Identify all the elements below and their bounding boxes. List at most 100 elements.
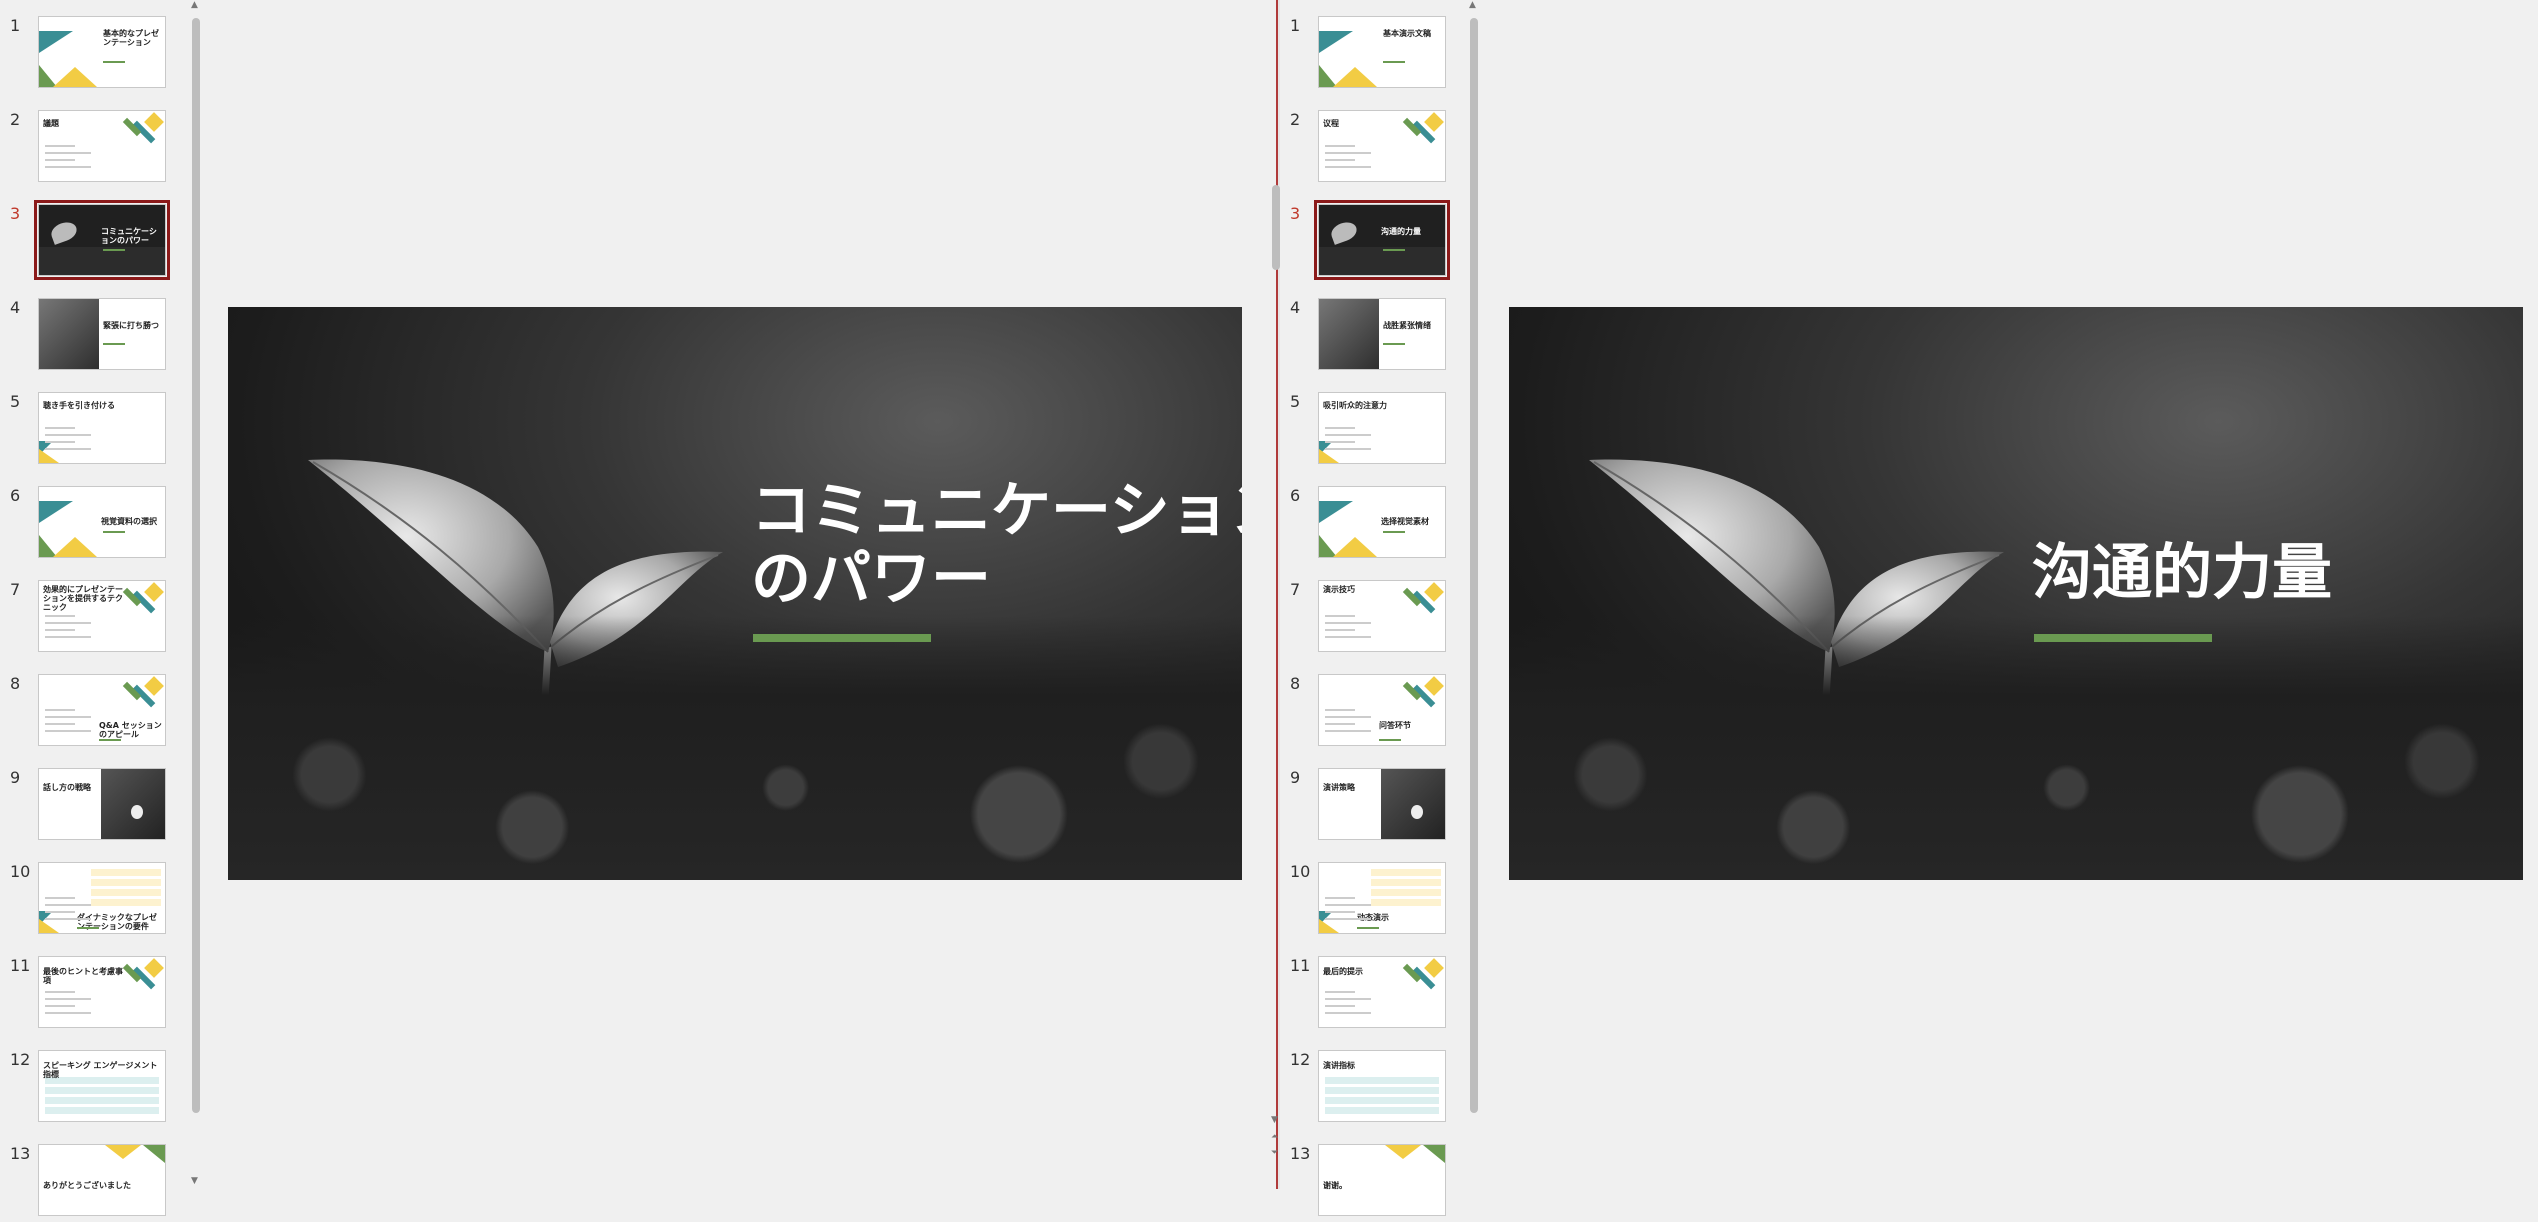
scroll-thumb[interactable] [192,18,200,1113]
thumbnail-decoration [1319,1145,1445,1215]
thumbnail-text-line [45,441,75,443]
thumbnail-row-3[interactable]: 3 コミュニケーションのパワー [0,200,190,282]
slide-thumbnail-3[interactable]: コミュニケーションのパワー [34,200,170,280]
thumbnail-text-line [1325,911,1355,913]
slide-thumbnail-10[interactable]: ダイナミックなプレゼンテーションの要件 [38,862,166,934]
thumbnail-row-2[interactable]: 2 議題 [0,108,190,188]
thumbnail-decoration [1319,299,1445,369]
slide-thumbnail-2[interactable]: 議題 [38,110,166,182]
thumbnail-title: 基本的なプレゼンテーション [103,29,159,47]
thumbnail-title: 议程 [1323,119,1339,128]
left-main-slide[interactable]: コミュニケーション のパワー [228,307,1242,880]
scroll-up-arrow-icon[interactable]: ▲ [1469,0,1476,10]
slide-thumbnail-7[interactable]: 演示技巧 [1318,580,1446,652]
thumbnail-row-12[interactable]: 12 スピーキング エンゲージメント指標 [0,1048,190,1128]
thumbnail-row-11[interactable]: 11 最後のヒントと考慮事項 [0,954,190,1034]
thumbnail-row-13[interactable]: 13 谢谢。 [1280,1142,1470,1222]
thumbnail-row-2[interactable]: 2 议程 [1280,108,1470,188]
slide-thumbnail-8[interactable]: 问答环节 [1318,674,1446,746]
slide-thumbnail-12[interactable]: 演讲指标 [1318,1050,1446,1122]
slide-thumbnail-7[interactable]: 効果的にプレゼンテーションを提供するテクニック [38,580,166,652]
thumbnail-row-5[interactable]: 5 聴き手を引き付ける [0,390,190,470]
thumbnail-text-line [45,615,75,617]
thumbnail-text-line [1325,991,1355,993]
slide-thumbnail-9[interactable]: 話し方の戦略 [38,768,166,840]
thumbnail-row-13[interactable]: 13 ありがとうございました [0,1142,190,1222]
scroll-down-arrow-icon[interactable]: ▼ [1271,1115,1278,1125]
slide-thumbnail-8[interactable]: Q&A セッションのアピール [38,674,166,746]
slide-thumbnail-6[interactable]: 視覚資料の選択 [38,486,166,558]
thumbnail-decoration [39,769,165,839]
thumbnail-title: 演示技巧 [1323,585,1355,594]
slide-thumbnail-11[interactable]: 最后的提示 [1318,956,1446,1028]
thumbnail-title: 沟通的力量 [1381,227,1421,236]
thumbnail-row-11[interactable]: 11 最后的提示 [1280,954,1470,1034]
slide-thumbnail-1[interactable]: 基本的なプレゼンテーション [38,16,166,88]
thumbnail-row-6[interactable]: 6 选择视觉素材 [1280,484,1470,564]
thumbnail-row-8[interactable]: 8 Q&A セッションのアピール [0,672,190,752]
thumbnail-text-line [1325,145,1355,147]
thumbnail-text-line [45,1012,91,1014]
thumbnail-row-9[interactable]: 9 演讲策略 [1280,766,1470,846]
thumbnail-title: 緊張に打ち勝つ [103,321,159,330]
thumbnail-decoration [39,17,165,87]
thumbnail-title: 演讲指标 [1323,1061,1355,1070]
thumbnail-row-10[interactable]: 10 ダイナミックなプレゼンテーションの要件 [0,860,190,940]
thumbnail-row-4[interactable]: 4 緊張に打ち勝つ [0,296,190,376]
thumbnail-text-line [1325,622,1371,624]
slide-thumbnail-11[interactable]: 最後のヒントと考慮事項 [38,956,166,1028]
slide-thumbnail-4[interactable]: 緊張に打ち勝つ [38,298,166,370]
slide-thumbnail-6[interactable]: 选择视觉素材 [1318,486,1446,558]
thumbnail-accent [103,531,125,533]
left-thumbnail-scrollbar[interactable]: ▲ ▼ [188,0,204,1189]
slide-thumbnail-4[interactable]: 战胜紧张情绪 [1318,298,1446,370]
next-slide-icon[interactable]: ⏷ [1271,1148,1278,1158]
thumbnail-row-1[interactable]: 1 基本演示文稿 [1280,14,1470,94]
scroll-thumb[interactable] [1470,18,1478,1113]
thumbnail-title: Q&A セッションのアピール [99,721,162,739]
thumbnail-text-line [1325,166,1371,168]
slide-thumbnail-10[interactable]: 动态演示 [1318,862,1446,934]
slide-thumbnail-13[interactable]: ありがとうございました [38,1144,166,1216]
thumbnail-row-8[interactable]: 8 问答环节 [1280,672,1470,752]
thumbnail-row-9[interactable]: 9 話し方の戦略 [0,766,190,846]
thumbnail-title: コミュニケーションのパワー [101,227,157,245]
left-slide-thumbnails[interactable]: 1 基本的なプレゼンテーション 2 議題 3 コミュニケーションのパワー 4 緊張に打ち勝つ 5… [0,0,190,1216]
thumbnail-row-5[interactable]: 5 吸引听众的注意力 [1280,390,1470,470]
scroll-up-arrow-icon[interactable]: ▲ [191,0,198,10]
thumbnail-row-7[interactable]: 7 効果的にプレゼンテーションを提供するテクニック [0,578,190,658]
thumbnail-row-1[interactable]: 1 基本的なプレゼンテーション [0,14,190,94]
thumbnail-row-12[interactable]: 12 演讲指标 [1280,1048,1470,1128]
thumbnail-row-10[interactable]: 10 动态演示 [1280,860,1470,940]
scroll-thumb[interactable] [1272,185,1280,270]
right-slide-thumbnails[interactable]: 1 基本演示文稿 2 议程 3 沟通的力量 4 战胜紧张情绪 5 吸引听众的注意力 6 选择视觉素材 7… [1280,0,1470,1216]
slide-thumbnail-5[interactable]: 聴き手を引き付ける [38,392,166,464]
thumbnail-row-3[interactable]: 3 沟通的力量 [1280,200,1470,282]
scroll-down-arrow-icon[interactable]: ▼ [191,1176,198,1186]
soil-background [228,616,1242,880]
slide-thumbnail-9[interactable]: 演讲策略 [1318,768,1446,840]
right-slide-canvas: 沟通的力量 [1484,0,2538,1189]
slide-title[interactable]: 沟通的力量 [2032,539,2332,607]
thumbnail-text-line [1325,636,1371,638]
right-thumbnail-scrollbar[interactable]: ▲ [1466,0,1482,1189]
slide-thumbnail-13[interactable]: 谢谢。 [1318,1144,1446,1216]
slide-thumbnail-5[interactable]: 吸引听众的注意力 [1318,392,1446,464]
thumbnail-decoration [1319,769,1445,839]
slide-thumbnail-3[interactable]: 沟通的力量 [1314,200,1450,280]
thumbnail-row-7[interactable]: 7 演示技巧 [1280,578,1470,658]
thumbnail-text-line [45,998,91,1000]
thumbnail-row-4[interactable]: 4 战胜紧张情绪 [1280,296,1470,376]
slide-number: 10 [10,862,31,881]
slide-title[interactable]: コミュニケーション のパワー [751,477,1242,613]
slide-thumbnail-1[interactable]: 基本演示文稿 [1318,16,1446,88]
thumbnail-accent [1383,249,1405,251]
previous-slide-icon[interactable]: ⏶ [1271,1132,1278,1142]
slide-thumbnail-2[interactable]: 议程 [1318,110,1446,182]
thumbnail-accent [1379,739,1401,741]
right-main-slide[interactable]: 沟通的力量 [1509,307,2523,880]
left-editor-pane: 1 基本的なプレゼンテーション 2 議題 3 コミュニケーションのパワー 4 緊張に打ち勝つ 5… [0,0,1276,1216]
slide-thumbnail-12[interactable]: スピーキング エンゲージメント指標 [38,1050,166,1122]
thumbnail-text-line [1325,448,1371,450]
thumbnail-row-6[interactable]: 6 視覚資料の選択 [0,484,190,564]
